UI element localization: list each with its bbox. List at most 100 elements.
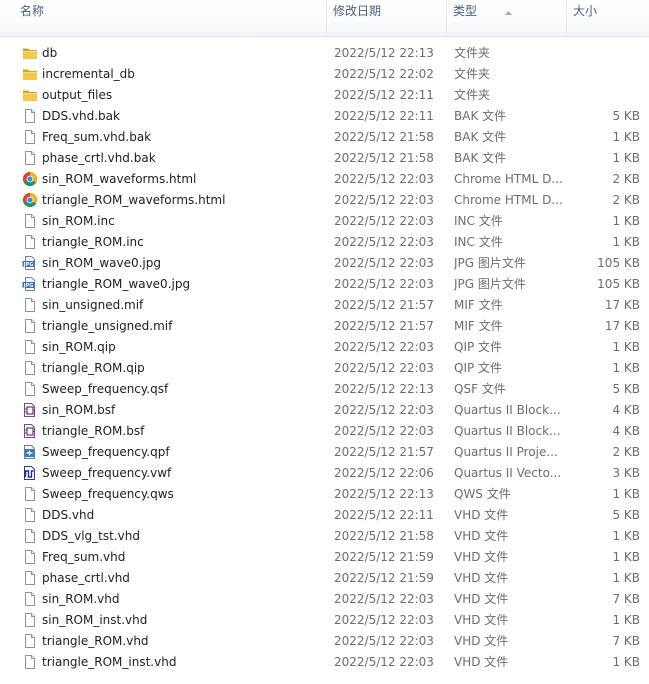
file-size: 2 KB xyxy=(612,193,640,207)
jpg-icon: JPG xyxy=(22,255,38,271)
file-row[interactable]: triangle_ROM_inst.vhd 2022/5/12 22:03 VHD … xyxy=(0,652,649,673)
file-date: 2022/5/12 22:03 xyxy=(334,235,434,249)
file-icon xyxy=(22,549,38,565)
file-size: 105 KB xyxy=(597,277,640,291)
file-icon xyxy=(22,486,38,502)
column-header-name[interactable]: 名称 xyxy=(0,0,327,37)
file-type: INC 文件 xyxy=(454,214,503,228)
file-type: INC 文件 xyxy=(454,235,503,249)
column-header-size-label: 大小 xyxy=(573,4,598,18)
file-type: Chrome HTML D... xyxy=(454,193,562,207)
file-type: VHD 文件 xyxy=(454,508,509,522)
file-type: BAK 文件 xyxy=(454,109,507,123)
file-name: Freq_sum.vhd xyxy=(42,550,126,564)
file-row[interactable]: sin_ROM.inc 2022/5/12 22:03 INC 文件 1 KB xyxy=(0,211,649,232)
file-date: 2022/5/12 22:03 xyxy=(334,424,434,438)
file-date: 2022/5/12 22:13 xyxy=(334,46,434,60)
file-type: BAK 文件 xyxy=(454,151,507,165)
file-size: 7 KB xyxy=(612,592,640,606)
file-name: db xyxy=(42,46,58,60)
file-name: phase_crtl.vhd.bak xyxy=(42,151,156,165)
file-row[interactable]: Sweep_frequency.qsf 2022/5/12 22:13 QSF 文件… xyxy=(0,379,649,400)
quartus-vector-icon xyxy=(22,465,38,481)
file-row[interactable]: triangle_ROM.inc 2022/5/12 22:03 INC 文件 1 K… xyxy=(0,232,649,253)
file-row[interactable]: triangle_unsigned.mif 2022/5/12 21:57 MIF … xyxy=(0,316,649,337)
file-type: 文件夹 xyxy=(454,67,491,81)
file-date: 2022/5/12 22:11 xyxy=(334,88,434,102)
file-row[interactable]: Sweep_frequency.vwf 2022/5/12 22:06 Quartu… xyxy=(0,463,649,484)
file-row[interactable]: triangle_ROM.vhd 2022/5/12 22:03 VHD 文件 7 K… xyxy=(0,631,649,652)
file-size: 5 KB xyxy=(612,508,640,522)
file-type: Quartus II Vecto... xyxy=(454,466,562,480)
file-date: 2022/5/12 22:03 xyxy=(334,403,434,417)
column-header-date-label: 修改日期 xyxy=(333,4,382,18)
file-row[interactable]: DDS.vhd 2022/5/12 22:11 VHD 文件 5 KB xyxy=(0,505,649,526)
file-date: 2022/5/12 22:03 xyxy=(334,361,434,375)
file-date: 2022/5/12 22:02 xyxy=(334,67,434,81)
file-name: sin_ROM.qip xyxy=(42,340,116,354)
file-type: VHD 文件 xyxy=(454,655,509,669)
file-size: 1 KB xyxy=(612,361,640,375)
file-date: 2022/5/12 22:13 xyxy=(334,487,434,501)
file-date: 2022/5/12 22:13 xyxy=(334,382,434,396)
file-icon xyxy=(22,108,38,124)
file-row[interactable]: sin_unsigned.mif 2022/5/12 21:57 MIF 文件 17 … xyxy=(0,295,649,316)
file-row[interactable]: triangle_ROM_waveforms.html 2022/5/12 22:… xyxy=(0,190,649,211)
file-date: 2022/5/12 21:57 xyxy=(334,445,434,459)
file-row[interactable]: Sweep_frequency.qpf 2022/5/12 21:57 Quartu… xyxy=(0,442,649,463)
file-size: 1 KB xyxy=(612,487,640,501)
file-row[interactable]: JPG sin_ROM_wave0.jpg 2022/5/12 22:03 JPG 图… xyxy=(0,253,649,274)
file-size: 1 KB xyxy=(612,550,640,564)
file-type: 文件夹 xyxy=(454,88,491,102)
file-row[interactable]: phase_crtl.vhd 2022/5/12 21:59 VHD 文件 1 KB xyxy=(0,568,649,589)
file-row[interactable]: JPG triangle_ROM_wave0.jpg 2022/5/12 22:03… xyxy=(0,274,649,295)
file-name: sin_ROM_wave0.jpg xyxy=(42,256,161,270)
file-date: 2022/5/12 22:03 xyxy=(334,592,434,606)
file-date: 2022/5/12 22:03 xyxy=(334,340,434,354)
file-date: 2022/5/12 22:03 xyxy=(334,193,434,207)
file-row[interactable]: DDS_vlg_tst.vhd 2022/5/12 21:58 VHD 文件 1 KB xyxy=(0,526,649,547)
file-row[interactable]: Freq_sum.vhd 2022/5/12 21:59 VHD 文件 1 KB xyxy=(0,547,649,568)
file-date: 2022/5/12 21:58 xyxy=(334,130,434,144)
file-list: db 2022/5/12 22:13 文件夹 incremental_db 2022/5… xyxy=(0,43,649,673)
file-date: 2022/5/12 22:03 xyxy=(334,277,434,291)
file-row[interactable]: sin_ROM.vhd 2022/5/12 22:03 VHD 文件 7 KB xyxy=(0,589,649,610)
column-header-size[interactable]: 大小 xyxy=(567,0,649,37)
file-icon xyxy=(22,591,38,607)
jpg-icon: JPG xyxy=(22,276,38,292)
column-header-type-label: 类型 xyxy=(453,4,478,18)
file-type: JPG 图片文件 xyxy=(454,256,526,270)
file-row[interactable]: triangle_ROM.bsf 2022/5/12 22:03 Quartus I… xyxy=(0,421,649,442)
file-name: output_files xyxy=(42,88,113,102)
file-type: QIP 文件 xyxy=(454,361,503,375)
file-row[interactable]: incremental_db 2022/5/12 22:02 文件夹 xyxy=(0,64,649,85)
file-icon xyxy=(22,654,38,670)
file-icon xyxy=(22,213,38,229)
file-type: Quartus II Block... xyxy=(454,403,561,417)
file-row[interactable]: Sweep_frequency.qws 2022/5/12 22:13 QWS 文件… xyxy=(0,484,649,505)
file-row[interactable]: sin_ROM.bsf 2022/5/12 22:03 Quartus II Blo… xyxy=(0,400,649,421)
column-header-name-label: 名称 xyxy=(20,4,45,18)
column-header-type[interactable]: 类型 xyxy=(447,0,567,37)
file-row[interactable]: sin_ROM_inst.vhd 2022/5/12 22:03 VHD 文件 1 K… xyxy=(0,610,649,631)
file-row[interactable]: db 2022/5/12 22:13 文件夹 xyxy=(0,43,649,64)
file-size: 1 KB xyxy=(612,613,640,627)
column-header-date[interactable]: 修改日期 xyxy=(327,0,447,37)
file-row[interactable]: sin_ROM.qip 2022/5/12 22:03 QIP 文件 1 KB xyxy=(0,337,649,358)
file-row[interactable]: output_files 2022/5/12 22:11 文件夹 xyxy=(0,85,649,106)
file-icon xyxy=(22,129,38,145)
file-row[interactable]: triangle_ROM.qip 2022/5/12 22:03 QIP 文件 1 K… xyxy=(0,358,649,379)
file-row[interactable]: Freq_sum.vhd.bak 2022/5/12 21:58 BAK 文件 1 K… xyxy=(0,127,649,148)
file-size: 1 KB xyxy=(612,151,640,165)
file-row[interactable]: DDS.vhd.bak 2022/5/12 22:11 BAK 文件 5 KB xyxy=(0,106,649,127)
file-type: MIF 文件 xyxy=(454,319,503,333)
chrome-icon xyxy=(22,192,38,208)
file-icon xyxy=(22,150,38,166)
file-type: MIF 文件 xyxy=(454,298,503,312)
file-size: 2 KB xyxy=(612,172,640,186)
file-date: 2022/5/12 21:58 xyxy=(334,529,434,543)
file-date: 2022/5/12 21:57 xyxy=(334,298,434,312)
file-size: 3 KB xyxy=(612,466,640,480)
file-row[interactable]: phase_crtl.vhd.bak 2022/5/12 21:58 BAK 文件 1… xyxy=(0,148,649,169)
file-row[interactable]: sin_ROM_waveforms.html 2022/5/12 22:03 Chr… xyxy=(0,169,649,190)
